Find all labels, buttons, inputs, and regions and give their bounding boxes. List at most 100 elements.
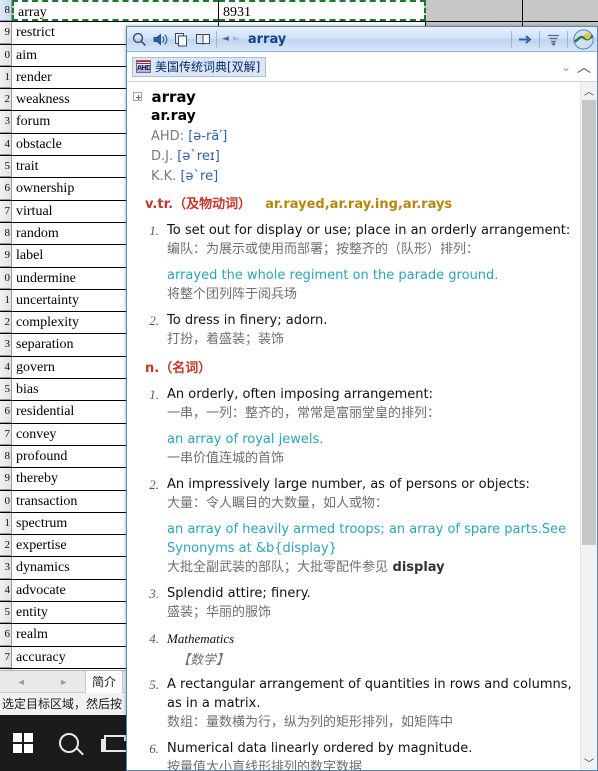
row-header[interactable]: 7: [0, 646, 12, 668]
row-header[interactable]: 3: [0, 557, 12, 579]
screen-root: 8 array 8931 9 restrict 0 aim 1 render 2 weakness 3…: [0, 0, 598, 771]
sense-english: Splendid attire; finery.: [167, 586, 311, 601]
start-button[interactable]: [0, 715, 46, 771]
example-chinese: 将整个团列阵于阅兵场: [167, 287, 298, 302]
row-header[interactable]: 1: [0, 512, 12, 535]
row-header[interactable]: 3: [0, 334, 12, 356]
cell-value[interactable]: 8931: [219, 0, 426, 22]
dictionary-scrollbar[interactable]: ︿ ﹀: [580, 82, 597, 770]
book-icon[interactable]: [193, 30, 212, 49]
scrollbar-thumb[interactable]: [582, 100, 596, 545]
sheet-nav-arrows[interactable]: ◄ ►: [0, 670, 86, 693]
expander-icon[interactable]: [133, 92, 142, 101]
row-header[interactable]: 7: [0, 200, 12, 222]
row-header[interactable]: 2: [0, 89, 12, 111]
row-header[interactable]: 8: [0, 0, 12, 22]
row-header[interactable]: 9: [0, 468, 12, 490]
sense-number: 2.: [149, 477, 159, 492]
dictionary-body-wrapper: array ar.ray AHD: [ə-rā′] D.J. [əˋreɪ] K.K…: [127, 82, 597, 770]
row-header[interactable]: 1: [0, 289, 12, 312]
cell-word[interactable]: array: [12, 0, 219, 22]
part-of-speech-label: n.（名词）: [145, 361, 212, 376]
cell-blank-d[interactable]: [523, 0, 598, 22]
sense-chinese: 一串，一列：整齐的，常常是富丽堂皇的排列：: [167, 406, 441, 421]
entry-syllabified: ar.ray: [151, 108, 196, 124]
pronunciation-label: K.K.: [151, 169, 177, 184]
sheet-prev-icon[interactable]: ◄: [17, 677, 26, 687]
part-of-speech-row: n.（名词）: [145, 358, 574, 379]
search-icon: [59, 733, 79, 753]
sense-number: 5.: [149, 677, 159, 692]
sheet-next-icon[interactable]: ►: [59, 677, 68, 687]
sense-english: An impressively large number, as of pers…: [167, 477, 530, 492]
subject-field: Mathematics: [167, 631, 235, 646]
row-header[interactable]: 0: [0, 490, 12, 512]
row-header[interactable]: 5: [0, 379, 12, 401]
cell-blank-c[interactable]: [426, 0, 523, 22]
sense-body: Splendid attire; finery. 盛装；华丽的服饰: [167, 584, 574, 623]
forward-arrow-icon[interactable]: ►: [231, 34, 242, 44]
row-header[interactable]: 5: [0, 156, 12, 178]
copy-icon[interactable]: [172, 30, 191, 49]
row-header[interactable]: 6: [0, 401, 12, 423]
collapse-icon[interactable]: ︿: [575, 57, 593, 77]
definition-sense: 5. A rectangular arrangement of quantitie…: [145, 675, 574, 733]
row-header[interactable]: 5: [0, 602, 12, 624]
sense-body: An impressively large number, as of pers…: [167, 475, 574, 578]
example-chinese-crossref: display: [388, 560, 445, 575]
toolbar-divider-2: [511, 30, 512, 48]
example-chinese: 一串价值连城的首饰: [167, 451, 285, 466]
chevron-down-icon[interactable]: ⌄: [557, 60, 575, 74]
pronunciation-value: [əˋreɪ]: [173, 149, 220, 164]
sense-body: A rectangular arrangement of quantities …: [167, 675, 574, 733]
filter-icon[interactable]: [544, 30, 563, 49]
definition-sense: 1. To set out for display or use; place i…: [145, 221, 574, 305]
row-header[interactable]: 9: [0, 22, 12, 44]
scroll-down-icon[interactable]: ﹀: [581, 754, 597, 770]
definition-sense: 6. Numerical data linearly ordered by mag…: [145, 739, 574, 770]
sense-number: 4.: [149, 631, 159, 646]
row-header[interactable]: 4: [0, 133, 12, 156]
row-header[interactable]: 8: [0, 445, 12, 468]
dictionary-tab-ahd[interactable]: AHD 美国传统词典[双解]: [132, 56, 267, 77]
row-header[interactable]: 6: [0, 624, 12, 646]
row-header[interactable]: 4: [0, 356, 12, 379]
app-logo-icon[interactable]: [572, 28, 594, 50]
row-header[interactable]: 0: [0, 44, 12, 66]
row-header[interactable]: 3: [0, 111, 12, 133]
dictionary-search-word[interactable]: array: [248, 32, 508, 47]
row-header[interactable]: 4: [0, 579, 12, 602]
row-header[interactable]: 7: [0, 423, 12, 445]
definition-sense: 2. To dress in finery; adorn. 打扮，着盛装；装饰: [145, 311, 574, 350]
sense-chinese: 大量：令人瞩目的大数量，如人或物：: [167, 496, 389, 511]
sense-number: 1.: [149, 223, 159, 238]
task-view-icon: [101, 734, 129, 752]
sense-number: 1.: [149, 387, 159, 402]
part-of-speech-label: v.tr.（及物动词）: [145, 197, 252, 212]
go-arrow-icon[interactable]: [516, 30, 535, 49]
sense-body: To set out for display or use; place in …: [167, 221, 574, 305]
table-row[interactable]: 8 array 8931: [0, 0, 598, 23]
scroll-up-icon[interactable]: ︿: [581, 82, 597, 98]
search-icon[interactable]: [130, 30, 149, 49]
pronunciation-row: D.J. [əˋreɪ]: [151, 146, 574, 166]
part-of-speech-row: v.tr.（及物动词） ar.rayed,ar.ray.ing,ar.rays: [145, 194, 574, 215]
row-header[interactable]: 8: [0, 222, 12, 245]
ahd-book-icon: AHD: [136, 60, 151, 73]
row-header[interactable]: 2: [0, 535, 12, 557]
definition-sense: 4. Mathematics 【数学】: [145, 629, 574, 669]
speaker-icon[interactable]: [151, 30, 170, 49]
entry-headword: array: [151, 88, 196, 106]
sense-english: Mathematics: [167, 629, 574, 649]
sense-english: To set out for display or use; place in …: [167, 223, 571, 238]
back-arrow-icon[interactable]: ◄: [220, 34, 231, 44]
sheet-tab-intro[interactable]: 简介: [86, 670, 124, 693]
row-header[interactable]: 0: [0, 267, 12, 289]
row-header[interactable]: 9: [0, 245, 12, 267]
row-header[interactable]: 6: [0, 178, 12, 200]
row-header[interactable]: 2: [0, 312, 12, 334]
start-icon: [13, 733, 33, 753]
sense-chinese: 按量值大小直线形排列的数字数据: [167, 760, 363, 770]
row-header[interactable]: 1: [0, 66, 12, 89]
taskbar-search-button[interactable]: [46, 715, 92, 771]
